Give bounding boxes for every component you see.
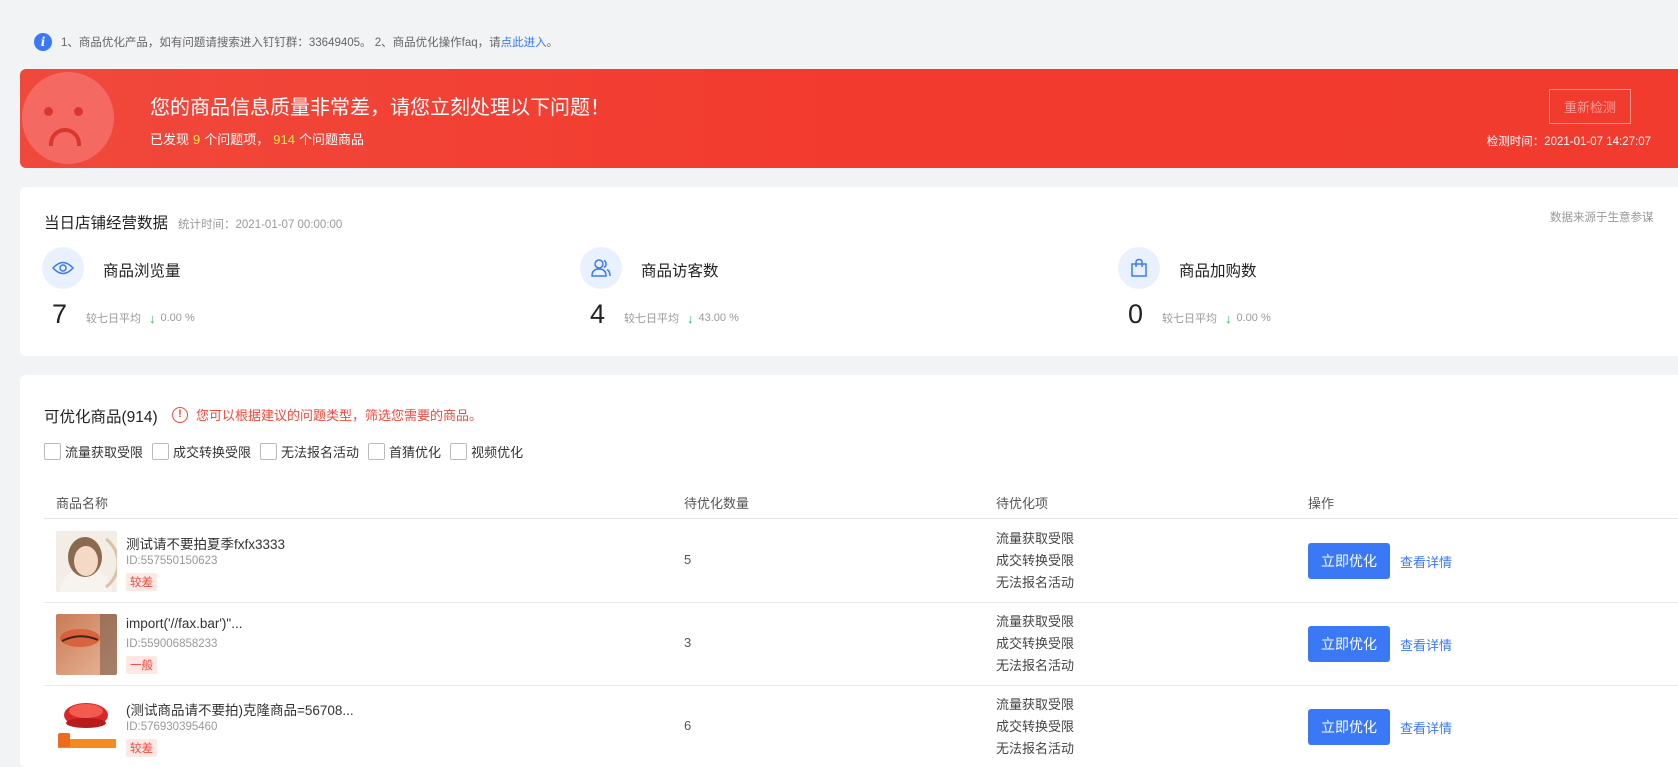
filter-tip: ! 您可以根据建议的问题类型，筛选您需要的商品。 xyxy=(172,405,482,424)
checkbox[interactable] xyxy=(368,443,386,460)
checkbox[interactable] xyxy=(450,443,468,460)
metric-add-to-cart: 商品加购数 0 较七日平均 ↓ 0.00 % xyxy=(1118,247,1518,337)
filter-conversion-limited[interactable]: 成交转换受限 xyxy=(152,442,251,461)
arrow-down-icon: ↓ xyxy=(1225,310,1232,326)
view-details-link[interactable]: 查看详情 xyxy=(1400,552,1452,571)
arrow-down-icon: ↓ xyxy=(687,310,694,326)
stats-title: 当日店铺经营数据 统计时间：2021-01-07 00:00:00 xyxy=(44,215,343,232)
eye-icon xyxy=(42,247,84,289)
grade-badge: 较差 xyxy=(126,573,157,591)
metric-visitors: 商品访客数 4 较七日平均 ↓ 43.00 % xyxy=(580,247,980,337)
pending-issues: 流量获取受限 成交转换受限 无法报名活动 xyxy=(996,697,1075,756)
shopping-bag-icon xyxy=(1118,247,1160,289)
pending-count: 6 xyxy=(684,718,692,733)
product-thumbnail[interactable] xyxy=(56,531,117,592)
pending-issues: 流量获取受限 成交转换受限 无法报名活动 xyxy=(996,614,1075,673)
issue-count: 9 xyxy=(193,132,201,147)
products-title: 可优化商品(914) xyxy=(44,409,158,426)
table-row: 测试请不要拍夏季fxfx3333 ID:557550150623 较差 5 流量… xyxy=(44,520,1678,603)
optimize-now-button[interactable]: 立即优化 xyxy=(1308,626,1390,662)
recheck-button[interactable]: 重新检测 xyxy=(1549,89,1631,124)
grade-badge: 较差 xyxy=(126,739,157,757)
notice-bar: i 1、商品优化产品，如有问题请搜索进入钉钉群：33649405。 2、商品优化… xyxy=(34,33,558,51)
alert-title: 您的商品信息质量非常差，请您立刻处理以下问题！ xyxy=(150,97,610,119)
optimize-now-button[interactable]: 立即优化 xyxy=(1308,709,1390,745)
grade-badge: 一般 xyxy=(126,656,157,674)
stats-time: 统计时间：2021-01-07 00:00:00 xyxy=(178,219,343,231)
optimizable-products-card: 可优化商品(914) ! 您可以根据建议的问题类型，筛选您需要的商品。 流量获取… xyxy=(20,375,1678,767)
info-icon: i xyxy=(34,33,52,51)
filter-first-guess[interactable]: 首猜优化 xyxy=(368,442,441,461)
product-count: 914 xyxy=(273,132,295,147)
sad-face-icon xyxy=(22,72,114,164)
table-row: import('//fax.bar')"... ID:559006858233 … xyxy=(44,603,1678,686)
checkbox[interactable] xyxy=(44,443,61,460)
view-details-link[interactable]: 查看详情 xyxy=(1400,718,1452,737)
pending-count: 5 xyxy=(684,552,692,567)
check-time: 检测时间：2021-01-07 14:27:07 xyxy=(1486,136,1651,148)
quality-alert-banner: 您的商品信息质量非常差，请您立刻处理以下问题！ 已发现 9 个问题项， 914 个问题商… xyxy=(20,69,1678,168)
checkbox[interactable] xyxy=(152,443,170,460)
filter-traffic-limited[interactable]: 流量获取受限 xyxy=(44,442,143,461)
alert-summary: 已发现 9 个问题项， 914 个问题商品 xyxy=(150,132,364,147)
checkbox[interactable] xyxy=(260,443,278,460)
product-name[interactable]: (测试商品请不要拍)克隆商品=56708... xyxy=(126,699,354,719)
table-row: (测试商品请不要拍)克隆商品=56708... ID:576930395460 … xyxy=(44,686,1678,767)
pending-issues: 流量获取受限 成交转换受限 无法报名活动 xyxy=(996,531,1075,590)
table-header: 商品名称 待优化数量 待优化项 操作 xyxy=(44,483,1678,519)
arrow-down-icon: ↓ xyxy=(149,310,156,326)
product-thumbnail[interactable] xyxy=(56,697,117,758)
faq-link[interactable]: 点此进入 xyxy=(501,34,547,50)
notice-text: 1、商品优化产品，如有问题请搜索进入钉钉群：33649405。 2、商品优化操作… xyxy=(61,37,501,49)
product-id: ID:557550150623 xyxy=(126,555,218,567)
optimize-now-button[interactable]: 立即优化 xyxy=(1308,543,1390,579)
daily-stats-card: 当日店铺经营数据 统计时间：2021-01-07 00:00:00 数据来源于生… xyxy=(20,187,1678,356)
metric-page-views: 商品浏览量 7 较七日平均 ↓ 0.00 % xyxy=(42,247,442,337)
view-details-link[interactable]: 查看详情 xyxy=(1400,635,1452,654)
product-name[interactable]: 测试请不要拍夏季fxfx3333 xyxy=(126,533,285,553)
users-icon xyxy=(580,247,622,289)
product-id: ID:559006858233 xyxy=(126,638,218,650)
product-thumbnail[interactable] xyxy=(56,614,117,675)
pending-count: 3 xyxy=(684,635,692,650)
filter-video[interactable]: 视频优化 xyxy=(450,442,523,461)
product-name[interactable]: import('//fax.bar')"... xyxy=(126,616,242,631)
issue-filters: 流量获取受限 成交转换受限 无法报名活动 首猜优化 视频优化 xyxy=(44,442,532,461)
notice-suffix: 。 xyxy=(546,37,559,49)
product-id: ID:576930395460 xyxy=(126,721,218,733)
warning-icon: ! xyxy=(172,406,188,423)
filter-activity-blocked[interactable]: 无法报名活动 xyxy=(260,442,359,461)
data-source: 数据来源于生意参谋 xyxy=(1550,212,1654,224)
